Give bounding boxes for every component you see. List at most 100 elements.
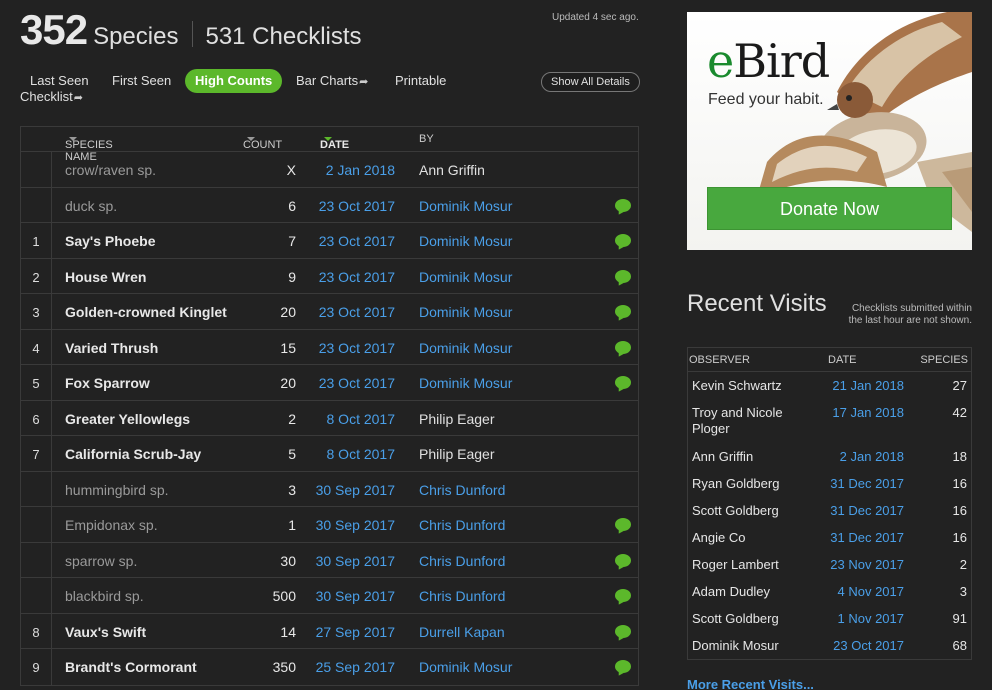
table-row: 9 Brandt's Cormorant 350 25 Sep 2017 Dominik… bbox=[21, 649, 638, 685]
row-number: 5 bbox=[21, 365, 52, 400]
comment-bubble-icon[interactable] bbox=[615, 198, 631, 212]
species-name-link[interactable]: Vaux's Swift bbox=[65, 624, 146, 640]
observation-date-link[interactable]: 30 Sep 2017 bbox=[316, 588, 395, 604]
observer-link[interactable]: Chris Dunford bbox=[419, 517, 505, 533]
observer-link[interactable]: Chris Dunford bbox=[419, 482, 505, 498]
tab-first-seen[interactable]: First Seen bbox=[112, 69, 171, 93]
observer-name: Philip Eager bbox=[419, 410, 495, 427]
species-name-link[interactable]: House Wren bbox=[65, 269, 146, 285]
visit-date-link[interactable]: 31 Dec 2017 bbox=[830, 530, 904, 545]
species-count-value: 9 bbox=[288, 268, 296, 285]
observation-date-link[interactable]: 2 Jan 2018 bbox=[326, 162, 395, 178]
visit-row: Troy and Nicole Ploger 17 Jan 2018 42 bbox=[688, 399, 971, 443]
species-name-link[interactable]: sparrow sp. bbox=[65, 553, 137, 569]
observation-date-link[interactable]: 8 Oct 2017 bbox=[327, 411, 396, 427]
comment-bubble-icon[interactable] bbox=[615, 518, 631, 531]
species-name-link[interactable]: duck sp. bbox=[65, 198, 117, 214]
ebird-donate-ad[interactable]: eBird Feed your habit. Donate Now bbox=[687, 12, 972, 250]
visit-date-link[interactable]: 23 Oct 2017 bbox=[833, 638, 904, 653]
tab-high-counts[interactable]: High Counts bbox=[185, 69, 283, 93]
tab-checklist[interactable]: Checklist➦ bbox=[20, 89, 83, 104]
visit-observer: Roger Lambert bbox=[692, 557, 779, 572]
table-row: crow/raven sp. X 2 Jan 2018 Ann Griffin bbox=[21, 152, 638, 188]
visit-date-link[interactable]: 1 Nov 2017 bbox=[838, 611, 905, 626]
observation-date-link[interactable]: 30 Sep 2017 bbox=[316, 553, 395, 569]
species-name-link[interactable]: Varied Thrush bbox=[65, 340, 158, 356]
visit-date-link[interactable]: 31 Dec 2017 bbox=[830, 503, 904, 518]
visit-observer: Scott Goldberg bbox=[692, 611, 779, 626]
row-number: 7 bbox=[21, 436, 52, 471]
table-row: 7 California Scrub-Jay 5 8 Oct 2017 Philip E… bbox=[21, 436, 638, 472]
observer-link[interactable]: Chris Dunford bbox=[419, 553, 505, 569]
observation-date-link[interactable]: 8 Oct 2017 bbox=[327, 446, 396, 462]
visit-date-link[interactable]: 2 Jan 2018 bbox=[840, 449, 904, 464]
species-name-link[interactable]: hummingbird sp. bbox=[65, 482, 169, 498]
comment-bubble-icon[interactable] bbox=[615, 660, 631, 673]
observation-date-link[interactable]: 23 Oct 2017 bbox=[319, 375, 395, 391]
visit-date-link[interactable]: 4 Nov 2017 bbox=[838, 584, 905, 599]
observation-date-link[interactable]: 23 Oct 2017 bbox=[319, 198, 395, 214]
donate-now-button[interactable]: Donate Now bbox=[707, 187, 952, 230]
observer-link[interactable]: Chris Dunford bbox=[419, 588, 505, 604]
observer-link[interactable]: Dominik Mosur bbox=[419, 198, 512, 214]
visit-date-link[interactable]: 17 Jan 2018 bbox=[832, 405, 904, 420]
observer-name: Philip Eager bbox=[419, 446, 495, 462]
row-number bbox=[21, 471, 52, 506]
visit-date-link[interactable]: 23 Nov 2017 bbox=[830, 557, 904, 572]
visit-date-link[interactable]: 31 Dec 2017 bbox=[830, 476, 904, 491]
comment-bubble-icon[interactable] bbox=[615, 234, 631, 247]
row-number bbox=[21, 578, 52, 613]
observer-link[interactable]: Dominik Mosur bbox=[419, 233, 512, 249]
col-by: BY bbox=[419, 133, 434, 145]
tab-bar-charts[interactable]: Bar Charts➦ bbox=[296, 69, 368, 93]
comment-bubble-icon[interactable] bbox=[615, 589, 631, 602]
observation-date-link[interactable]: 23 Oct 2017 bbox=[319, 233, 395, 249]
species-name-link[interactable]: Greater Yellowlegs bbox=[65, 411, 190, 427]
comment-bubble-icon[interactable] bbox=[615, 305, 631, 318]
species-name-link[interactable]: Fox Sparrow bbox=[65, 375, 150, 391]
species-count-value: 20 bbox=[280, 304, 296, 320]
visit-row: Kevin Schwartz 21 Jan 2018 27 bbox=[688, 372, 971, 399]
show-all-details-button[interactable]: Show All Details bbox=[541, 72, 640, 92]
col-visit-date: DATE bbox=[828, 354, 857, 366]
more-recent-visits-link[interactable]: More Recent Visits... bbox=[687, 677, 814, 690]
col-date[interactable]: DATE bbox=[320, 133, 349, 151]
observer-link[interactable]: Durrell Kapan bbox=[419, 624, 505, 640]
comment-bubble-icon[interactable] bbox=[615, 624, 631, 638]
observation-date-link[interactable]: 23 Oct 2017 bbox=[319, 304, 395, 320]
observer-link[interactable]: Dominik Mosur bbox=[419, 340, 512, 356]
observer-link[interactable]: Dominik Mosur bbox=[419, 269, 512, 285]
observer-link[interactable]: Dominik Mosur bbox=[419, 304, 512, 320]
observation-date-link[interactable]: 25 Sep 2017 bbox=[316, 659, 395, 675]
col-count[interactable]: COUNT bbox=[243, 133, 282, 151]
species-name-link[interactable]: Empidonax sp. bbox=[65, 517, 158, 533]
table-row: 1 Say's Phoebe 7 23 Oct 2017 Dominik Mosur bbox=[21, 223, 638, 259]
visit-date-link[interactable]: 21 Jan 2018 bbox=[832, 378, 904, 393]
species-name-link[interactable]: blackbird sp. bbox=[65, 588, 144, 604]
species-name-link[interactable]: Golden-crowned Kinglet bbox=[65, 304, 227, 320]
checklists-count[interactable]: 531 Checklists bbox=[205, 23, 361, 51]
observation-date-link[interactable]: 23 Oct 2017 bbox=[319, 340, 395, 356]
visit-row: Dominik Mosur 23 Oct 2017 68 bbox=[688, 632, 971, 659]
species-name-link[interactable]: California Scrub-Jay bbox=[65, 446, 201, 462]
col-species-name[interactable]: SPECIES NAME bbox=[65, 133, 113, 163]
species-name-link[interactable]: Brandt's Cormorant bbox=[65, 659, 197, 675]
observation-date-link[interactable]: 23 Oct 2017 bbox=[319, 269, 395, 285]
comment-bubble-icon[interactable] bbox=[615, 553, 631, 567]
comment-bubble-icon[interactable] bbox=[615, 376, 631, 389]
observation-date-link[interactable]: 30 Sep 2017 bbox=[316, 517, 395, 533]
comment-bubble-icon[interactable] bbox=[615, 340, 631, 354]
species-name-link[interactable]: Say's Phoebe bbox=[65, 233, 155, 249]
observer-link[interactable]: Dominik Mosur bbox=[419, 659, 512, 675]
observation-date-link[interactable]: 27 Sep 2017 bbox=[316, 624, 395, 640]
col-observer: OBSERVER bbox=[689, 354, 750, 366]
visit-row: Scott Goldberg 1 Nov 2017 91 bbox=[688, 605, 971, 632]
visit-observer: Troy and Nicole Ploger bbox=[692, 405, 783, 436]
observer-link[interactable]: Dominik Mosur bbox=[419, 375, 512, 391]
recent-visits-body: Kevin Schwartz 21 Jan 2018 27 Troy and Nico… bbox=[688, 372, 971, 659]
observation-date-link[interactable]: 30 Sep 2017 bbox=[316, 482, 395, 498]
comment-bubble-icon[interactable] bbox=[615, 269, 631, 283]
row-number bbox=[21, 542, 52, 577]
species-name-link[interactable]: crow/raven sp. bbox=[65, 162, 156, 178]
tab-printable[interactable]: Printable bbox=[395, 69, 446, 93]
